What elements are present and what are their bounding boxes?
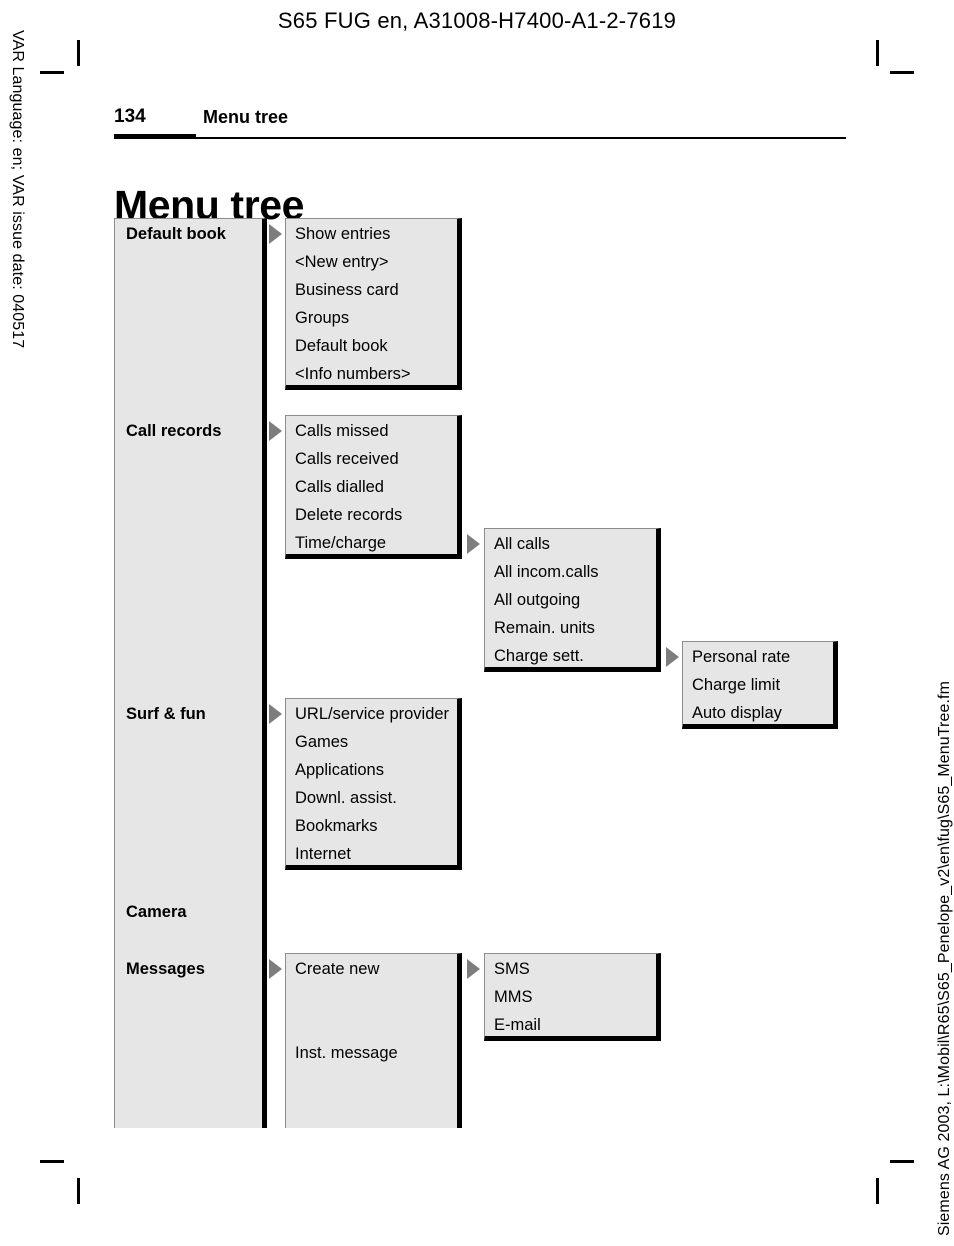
- submenu-item[interactable]: Show entries: [295, 225, 390, 243]
- submenu-item[interactable]: SMS: [494, 960, 530, 978]
- submenu-item[interactable]: <Info numbers>: [295, 365, 411, 383]
- submenu-item[interactable]: Charge limit: [692, 676, 780, 694]
- submenu-default-book: Show entries <New entry> Business card G…: [285, 218, 462, 390]
- submenu-item[interactable]: Applications: [295, 761, 384, 779]
- arrow-icon-charge-sett: [666, 647, 679, 667]
- menu-item-surf-and-fun[interactable]: Surf & fun: [126, 705, 206, 723]
- submenu-item[interactable]: Auto display: [692, 704, 782, 722]
- menu-tree-diagram: Default book Call records Surf & fun Cam…: [0, 0, 954, 1246]
- menu-level1-column: Default book Call records Surf & fun Cam…: [114, 218, 267, 1128]
- submenu-item[interactable]: Calls received: [295, 450, 399, 468]
- submenu-item[interactable]: Charge sett.: [494, 647, 584, 665]
- arrow-icon-default-book: [269, 224, 282, 244]
- submenu-time-charge: All calls All incom.calls All outgoing R…: [484, 528, 661, 672]
- arrow-icon-messages: [269, 959, 282, 979]
- submenu-item[interactable]: Bookmarks: [295, 817, 378, 835]
- menu-item-default-book[interactable]: Default book: [126, 225, 226, 243]
- submenu-item[interactable]: Internet: [295, 845, 351, 863]
- submenu-item[interactable]: Personal rate: [692, 648, 790, 666]
- menu-item-call-records[interactable]: Call records: [126, 422, 221, 440]
- arrow-icon-surf-and-fun: [269, 704, 282, 724]
- submenu-call-records: Calls missed Calls received Calls dialle…: [285, 415, 462, 559]
- submenu-item[interactable]: Create new: [295, 960, 379, 978]
- arrow-icon-call-records: [269, 421, 282, 441]
- submenu-item[interactable]: Groups: [295, 309, 349, 327]
- submenu-item[interactable]: All calls: [494, 535, 550, 553]
- submenu-item[interactable]: Default book: [295, 337, 388, 355]
- submenu-item[interactable]: Remain. units: [494, 619, 595, 637]
- submenu-item[interactable]: E-mail: [494, 1016, 541, 1034]
- submenu-surf-and-fun: URL/service provider Games Applications …: [285, 698, 462, 870]
- arrow-icon-create-new: [467, 959, 480, 979]
- submenu-item[interactable]: URL/service provider: [295, 705, 449, 723]
- submenu-item[interactable]: Inst. message: [295, 1044, 398, 1062]
- submenu-item[interactable]: Games: [295, 733, 348, 751]
- submenu-item[interactable]: Downl. assist.: [295, 789, 397, 807]
- submenu-item[interactable]: Calls dialled: [295, 478, 384, 496]
- submenu-item[interactable]: <New entry>: [295, 253, 389, 271]
- submenu-item[interactable]: Time/charge: [295, 534, 386, 552]
- submenu-messages: Create new Inst. message: [285, 953, 462, 1128]
- submenu-create-new: SMS MMS E-mail: [484, 953, 661, 1041]
- submenu-item[interactable]: All incom.calls: [494, 563, 599, 581]
- submenu-item[interactable]: All outgoing: [494, 591, 580, 609]
- submenu-item[interactable]: Business card: [295, 281, 399, 299]
- submenu-item[interactable]: Calls missed: [295, 422, 389, 440]
- arrow-icon-time-charge: [467, 534, 480, 554]
- submenu-item[interactable]: Delete records: [295, 506, 402, 524]
- submenu-charge-sett: Personal rate Charge limit Auto display: [682, 641, 838, 729]
- menu-item-camera[interactable]: Camera: [126, 903, 187, 921]
- menu-item-messages[interactable]: Messages: [126, 960, 205, 978]
- submenu-item[interactable]: MMS: [494, 988, 533, 1006]
